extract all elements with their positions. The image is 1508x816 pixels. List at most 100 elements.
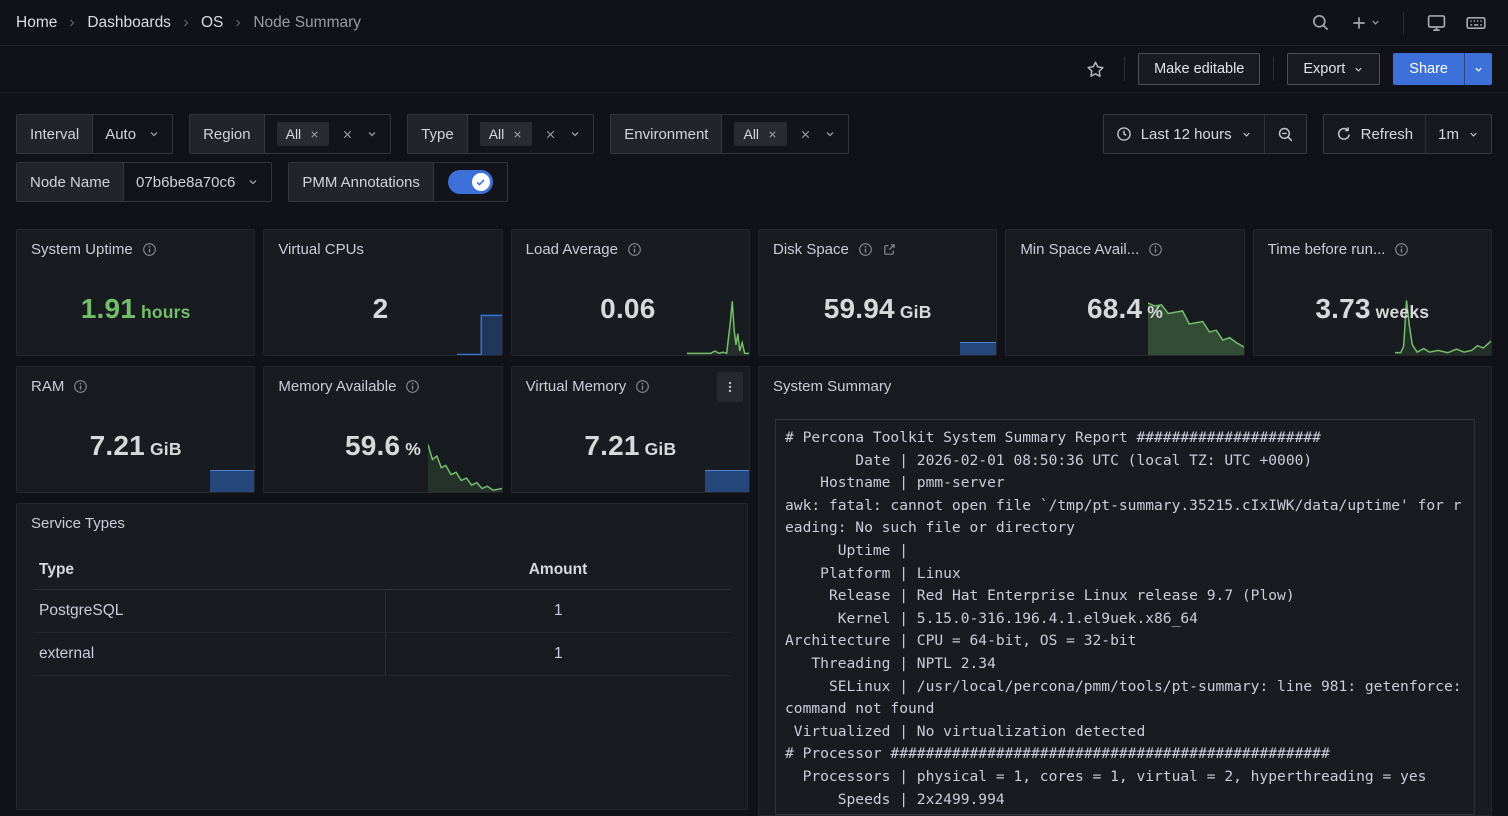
menu-icon [723,379,737,395]
panel-title[interactable]: RAM [31,378,64,395]
panel-title[interactable]: Virtual Memory [526,378,627,395]
breadcrumb-os[interactable]: OS [201,14,223,32]
chevron-down-icon [1241,129,1252,140]
chevron-down-icon [1353,64,1364,75]
refresh-button[interactable]: Refresh [1324,115,1426,153]
clear-all-icon[interactable] [799,128,812,141]
panel-title[interactable]: Service Types [31,515,125,532]
panel-title[interactable]: System Summary [773,378,891,395]
panel-ram: RAM 7.21GiB [16,366,255,493]
panel-title[interactable]: Virtual CPUs [278,241,364,258]
add-new-button[interactable] [1344,7,1387,39]
cell-type: PostgreSQL [33,590,385,632]
kiosk-mode-button[interactable] [1420,7,1452,39]
chevron-down-icon [1370,17,1381,28]
service-types-table: Type Amount PostgreSQL 1 external 1 [33,550,731,676]
node-name-select[interactable]: 07b6be8a70c6 [124,163,271,201]
stat-value: 3.73weeks [1254,293,1491,325]
export-label: Export [1303,61,1345,77]
breadcrumb-dashboards[interactable]: Dashboards [87,14,171,32]
info-icon[interactable] [1148,242,1163,257]
panel-virtual-memory: Virtual Memory 7.21GiB [511,366,750,493]
panel-disk-space: Disk Space 59.94GiB [758,229,997,356]
region-select[interactable]: All [265,115,391,153]
add-icon [1350,14,1368,32]
column-header-amount[interactable]: Amount [385,561,731,579]
breadcrumb: Home Dashboards OS Node Summary [16,14,361,32]
info-icon[interactable] [405,379,420,394]
info-icon[interactable] [858,242,873,257]
export-button[interactable]: Export [1287,53,1380,85]
favorite-button[interactable] [1079,53,1111,85]
chevron-down-icon [1473,64,1484,75]
panel-title[interactable]: Load Average [526,241,618,258]
refresh-group: Refresh 1m [1323,114,1492,154]
region-value: All [286,126,302,142]
chevron-right-icon [232,17,244,29]
chevron-down-icon[interactable] [824,128,836,140]
refresh-interval-select[interactable]: 1m [1425,115,1491,153]
make-editable-button[interactable]: Make editable [1138,53,1260,85]
chevron-right-icon [66,17,78,29]
external-link-icon[interactable] [882,242,897,257]
keyboard-shortcuts-button[interactable] [1460,7,1492,39]
share-button[interactable]: Share [1393,53,1464,85]
info-icon[interactable] [73,379,88,394]
panel-min-space-available: Min Space Avail... 68.4% [1005,229,1244,356]
panel-memory-available: Memory Available 59.6% [263,366,502,493]
panel-system-summary: System Summary # Percona Toolkit System … [758,366,1492,816]
zoom-out-time-button[interactable] [1264,115,1306,153]
interval-label: Interval [17,115,93,153]
panel-title[interactable]: Time before run... [1268,241,1386,258]
remove-value-icon[interactable] [512,129,523,140]
environment-value: All [743,126,759,142]
sparkline [705,470,749,492]
keyboard-icon [1465,12,1487,34]
clear-all-icon[interactable] [544,128,557,141]
stat-value: 59.94GiB [759,293,996,325]
info-icon[interactable] [1394,242,1409,257]
panel-system-uptime: System Uptime 1.91hours [16,229,255,356]
chevron-down-icon [148,128,160,140]
chevron-down-icon[interactable] [569,128,581,140]
chevron-right-icon [180,17,192,29]
region-selected-chip: All [277,122,330,146]
panel-title[interactable]: Min Space Avail... [1020,241,1139,258]
search-button[interactable] [1304,7,1336,39]
interval-select[interactable]: Auto [93,115,172,153]
type-select[interactable]: All [468,115,594,153]
remove-value-icon[interactable] [309,129,320,140]
cell-type: external [33,633,385,675]
environment-select[interactable]: All [722,115,848,153]
stat-value: 7.21GiB [512,430,749,462]
panel-title[interactable]: Disk Space [773,241,849,258]
share-menu-button[interactable] [1464,53,1492,85]
clear-all-icon[interactable] [341,128,354,141]
zoom-out-icon [1277,126,1294,143]
column-header-type[interactable]: Type [33,561,385,579]
panel-menu-button[interactable] [717,372,743,402]
node-name-control: Node Name 07b6be8a70c6 [16,162,272,202]
dashboard-toolbar: Make editable Export Share [0,46,1508,93]
panel-service-types: Service Types Type Amount PostgreSQL 1 e… [16,503,748,810]
type-label: Type [408,115,468,153]
time-range-button[interactable]: Last 12 hours [1104,115,1264,153]
stat-value: 59.6% [264,430,501,462]
stat-value: 7.21GiB [17,430,254,462]
breadcrumb-home[interactable]: Home [16,14,57,32]
info-icon[interactable] [142,242,157,257]
type-control: Type All [407,114,594,154]
type-selected-chip: All [480,122,533,146]
chevron-down-icon[interactable] [366,128,378,140]
info-icon[interactable] [627,242,642,257]
environment-label: Environment [611,115,722,153]
toolbar-divider [1273,57,1274,81]
region-label: Region [190,115,265,153]
panel-virtual-cpus: Virtual CPUs 2 [263,229,502,356]
star-icon [1086,60,1105,79]
pmm-annotations-toggle[interactable] [448,170,493,194]
panel-title[interactable]: Memory Available [278,378,396,395]
panel-title[interactable]: System Uptime [31,241,133,258]
remove-value-icon[interactable] [767,129,778,140]
info-icon[interactable] [635,379,650,394]
